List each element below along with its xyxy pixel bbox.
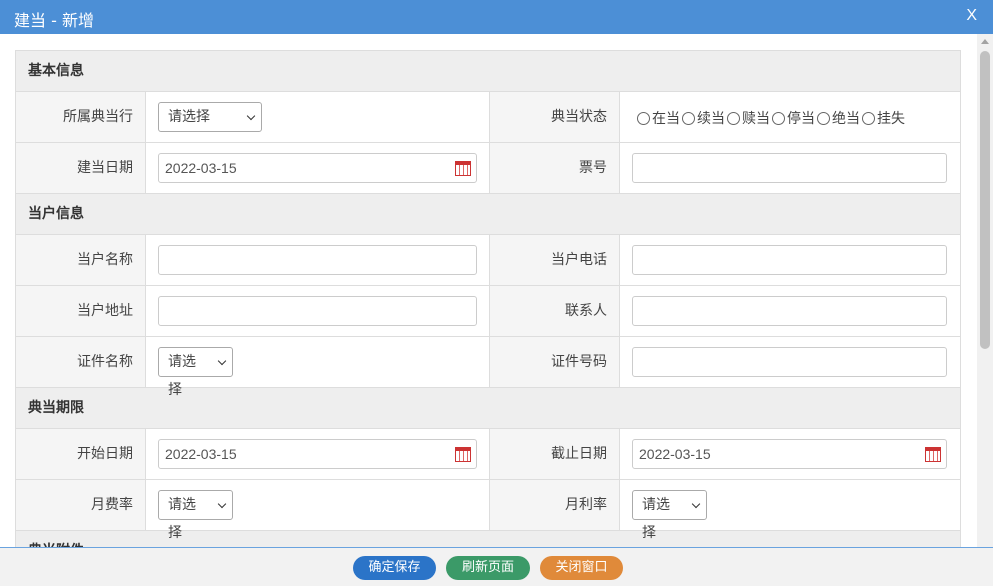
section-basic-info: 基本信息 (16, 51, 960, 92)
id-type-select[interactable]: 请选择 (158, 347, 233, 398)
contact-input[interactable] (632, 296, 947, 326)
scrollbar-thumb[interactable] (980, 51, 990, 349)
calendar-icon[interactable] (455, 447, 471, 462)
customer-phone-label: 当户电话 (489, 235, 620, 285)
end-date-label: 截止日期 (489, 429, 620, 479)
form-row: 当户名称 当户电话 (16, 235, 960, 286)
close-window-button[interactable]: 关闭窗口 (540, 556, 623, 580)
end-date-input[interactable]: 2022-03-15 (632, 439, 947, 469)
section-pawn-term: 典当期限 (16, 388, 960, 429)
radio-label: 停当 (787, 111, 815, 127)
radio-label: 挂失 (877, 111, 905, 127)
status-label: 典当状态 (489, 92, 620, 142)
customer-phone-cell (620, 235, 960, 285)
end-date-value: 2022-03-15 (639, 446, 711, 462)
dialog-content: 基本信息 所属典当行 请选择 典当状态 在当 续当 赎当 停当 绝当 挂失 建当… (0, 34, 977, 547)
customer-address-cell (146, 286, 489, 336)
vertical-scrollbar[interactable] (977, 34, 993, 547)
form-row: 证件名称 请选择 证件号码 (16, 337, 960, 398)
interest-rate-cell: 请选择 (620, 480, 960, 541)
dialog-footer: 确定保存 刷新页面 关闭窗口 (0, 547, 993, 586)
form-row: 建当日期 2022-03-15 票号 (16, 143, 960, 194)
status-radio-group: 在当 续当 赎当 停当 绝当 挂失 (637, 108, 907, 128)
save-button[interactable]: 确定保存 (353, 556, 436, 580)
radio-label: 绝当 (832, 111, 860, 127)
form-row: 月费率 请选择 月利率 请选择 (16, 480, 960, 541)
interest-rate-label: 月利率 (489, 480, 620, 530)
contact-label: 联系人 (489, 286, 620, 336)
customer-address-input[interactable] (158, 296, 477, 326)
close-icon[interactable]: X (966, 7, 977, 25)
id-type-label: 证件名称 (16, 337, 146, 387)
start-date-label: 开始日期 (16, 429, 146, 479)
customer-name-label: 当户名称 (16, 235, 146, 285)
dialog-titlebar: 建当 - 新增 X (0, 0, 993, 34)
status-radio-shudang[interactable]: 赎当 (727, 108, 770, 128)
ticket-input[interactable] (632, 153, 947, 183)
status-cell: 在当 续当 赎当 停当 绝当 挂失 (620, 92, 960, 142)
pawn-date-value: 2022-03-15 (165, 160, 237, 176)
pawn-form: 基本信息 所属典当行 请选择 典当状态 在当 续当 赎当 停当 绝当 挂失 建当… (15, 50, 961, 547)
start-date-cell: 2022-03-15 (146, 429, 489, 479)
id-number-input[interactable] (632, 347, 947, 377)
form-row: 所属典当行 请选择 典当状态 在当 续当 赎当 停当 绝当 挂失 (16, 92, 960, 143)
radio-label: 续当 (697, 111, 725, 127)
pawnshop-label: 所属典当行 (16, 92, 146, 142)
interest-rate-select[interactable]: 请选择 (632, 490, 707, 541)
customer-name-input[interactable] (158, 245, 477, 275)
end-date-cell: 2022-03-15 (620, 429, 960, 479)
customer-phone-input[interactable] (632, 245, 947, 275)
status-radio-juedang[interactable]: 绝当 (817, 108, 860, 128)
radio-label: 在当 (652, 111, 680, 127)
radio-circle-icon (637, 111, 650, 125)
refresh-button[interactable]: 刷新页面 (446, 556, 530, 580)
section-customer-info: 当户信息 (16, 194, 960, 235)
scroll-up-icon[interactable] (981, 39, 989, 44)
ticket-cell (620, 143, 960, 193)
pawn-date-label: 建当日期 (16, 143, 146, 193)
dialog-title: 建当 - 新增 (14, 11, 94, 30)
pawn-date-cell: 2022-03-15 (146, 143, 489, 193)
customer-address-label: 当户地址 (16, 286, 146, 336)
status-radio-zaidang[interactable]: 在当 (637, 108, 680, 128)
fee-rate-label: 月费率 (16, 480, 146, 530)
radio-circle-icon (727, 111, 740, 125)
form-row: 开始日期 2022-03-15 截止日期 2022-03-15 (16, 429, 960, 480)
radio-circle-icon (817, 111, 830, 125)
pawn-date-input[interactable]: 2022-03-15 (158, 153, 477, 183)
calendar-icon[interactable] (455, 161, 471, 176)
status-radio-xudang[interactable]: 续当 (682, 108, 725, 128)
ticket-label: 票号 (489, 143, 620, 193)
id-type-cell: 请选择 (146, 337, 489, 398)
pawnshop-cell: 请选择 (146, 92, 489, 142)
radio-circle-icon (682, 111, 695, 125)
radio-label: 赎当 (742, 111, 770, 127)
id-number-cell (620, 337, 960, 387)
fee-rate-cell: 请选择 (146, 480, 489, 541)
pawnshop-select[interactable]: 请选择 (158, 102, 262, 132)
calendar-icon[interactable] (925, 447, 941, 462)
status-radio-tingdang[interactable]: 停当 (772, 108, 815, 128)
radio-circle-icon (862, 111, 875, 125)
form-row: 当户地址 联系人 (16, 286, 960, 337)
section-attachment: 典当附件 (16, 531, 960, 547)
start-date-input[interactable]: 2022-03-15 (158, 439, 477, 469)
id-number-label: 证件号码 (489, 337, 620, 387)
radio-circle-icon (772, 111, 785, 125)
fee-rate-select[interactable]: 请选择 (158, 490, 233, 541)
customer-name-cell (146, 235, 489, 285)
contact-cell (620, 286, 960, 336)
start-date-value: 2022-03-15 (165, 446, 237, 462)
status-radio-guashi[interactable]: 挂失 (862, 108, 905, 128)
